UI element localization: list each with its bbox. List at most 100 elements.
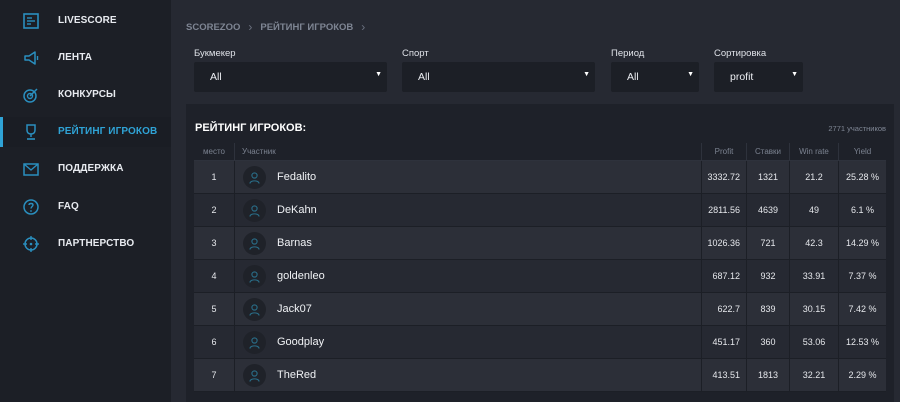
winrate-cell: 33.91 [789,260,838,292]
player-name-link[interactable]: Jack07 [277,303,312,315]
help-icon [22,198,40,216]
column-header-bets[interactable]: Ставки [746,143,789,160]
ranking-table: место Участник Profit Ставки Win rate Yi… [194,143,886,392]
sidebar: LIVESCORE ЛЕНТА КОНКУРСЫ РЕЙТИНГ ИГРОКОВ… [0,0,171,402]
breadcrumb-home[interactable]: SCOREZOO [186,22,240,33]
place-cell: 3 [211,238,217,248]
sidebar-item-label: FAQ [58,201,79,212]
sidebar-item-contests[interactable]: КОНКУРСЫ [0,80,171,110]
sport-filter-label: Спорт [402,48,429,59]
bets-cell: 932 [746,260,789,292]
column-header-place[interactable]: место [194,143,234,160]
player-name-link[interactable]: Barnas [277,237,312,249]
yield-cell: 7.42 % [838,293,886,325]
avatar-icon[interactable] [243,298,266,321]
place-cell: 5 [211,304,217,314]
profit-cell: 413.51 [701,359,746,391]
sort-select-value: profit [730,71,754,83]
yield-cell: 6.1 % [838,194,886,226]
column-header-winrate[interactable]: Win rate [789,143,838,160]
megaphone-icon [22,49,40,67]
avatar-icon[interactable] [243,331,266,354]
main-content: SCOREZOO › РЕЙТИНГ ИГРОКОВ › Букмекер Al… [171,0,900,402]
player-cell: Barnas [234,227,701,259]
player-name-link[interactable]: Goodplay [277,336,324,348]
bookmaker-select[interactable]: All ▼ [194,62,387,92]
table-row[interactable]: 4 goldenleo 687.12 932 33.91 7.37 % [194,260,886,293]
sidebar-item-label: LIVESCORE [58,15,117,26]
table-row[interactable]: 3 Barnas 1026.36 721 42.3 14.29 % [194,227,886,260]
place-cell: 4 [211,271,217,281]
yield-cell: 25.28 % [838,161,886,193]
chevron-down-icon: ▼ [791,71,798,78]
sidebar-item-label: ПОДДЕРЖКА [58,163,124,174]
sidebar-item-player-rating[interactable]: РЕЙТИНГ ИГРОКОВ [0,117,171,147]
column-header-name[interactable]: Участник [234,143,701,160]
player-cell: Goodplay [234,326,701,358]
bets-cell: 839 [746,293,789,325]
profit-cell: 687.12 [701,260,746,292]
player-name-link[interactable]: goldenleo [277,270,325,282]
table-row[interactable]: 6 Goodplay 451.17 360 53.06 12.53 % [194,326,886,359]
player-cell: TheRed [234,359,701,391]
winrate-cell: 49 [789,194,838,226]
chevron-down-icon: ▼ [375,71,382,78]
player-name-link[interactable]: Fedalito [277,171,316,183]
column-header-profit[interactable]: Profit [701,143,746,160]
player-cell: Fedalito [234,161,701,193]
sort-select[interactable]: profit ▼ [714,62,803,92]
profit-cell: 451.17 [701,326,746,358]
bets-cell: 1321 [746,161,789,193]
bets-cell: 721 [746,227,789,259]
table-row[interactable]: 7 TheRed 413.51 1813 32.21 2.29 % [194,359,886,392]
table-row[interactable]: 1 Fedalito 3332.72 1321 21.2 25.28 % [194,161,886,194]
winrate-cell: 21.2 [789,161,838,193]
sidebar-item-partnership[interactable]: ПАРТНЕРСТВО [0,229,171,259]
period-filter-label: Период [611,48,645,59]
sort-filter-label: Сортировка [714,48,767,59]
avatar-icon[interactable] [243,232,266,255]
sidebar-item-label: КОНКУРСЫ [58,89,116,100]
column-header-yield[interactable]: Yield [838,143,886,160]
sidebar-item-feed[interactable]: ЛЕНТА [0,43,171,73]
period-select-value: All [627,71,639,83]
winrate-cell: 30.15 [789,293,838,325]
participants-count: 2771 участников [828,124,886,133]
place-cell: 1 [211,172,217,182]
breadcrumb: SCOREZOO › РЕЙТИНГ ИГРОКОВ › [186,20,373,34]
bets-cell: 1813 [746,359,789,391]
avatar-icon[interactable] [243,199,266,222]
player-cell: Jack07 [234,293,701,325]
player-name-link[interactable]: DeKahn [277,204,317,216]
avatar-icon[interactable] [243,166,266,189]
table-row[interactable]: 5 Jack07 622.7 839 30.15 7.42 % [194,293,886,326]
player-name-link[interactable]: TheRed [277,369,316,381]
bets-cell: 4639 [746,194,789,226]
winrate-cell: 42.3 [789,227,838,259]
mail-icon [22,160,40,178]
sidebar-item-livescore[interactable]: LIVESCORE [0,6,171,36]
place-cell: 6 [211,337,217,347]
trophy-icon [22,123,40,141]
yield-cell: 12.53 % [838,326,886,358]
ranking-panel: РЕЙТИНГ ИГРОКОВ: 2771 участников место У… [186,104,894,402]
sidebar-item-label: РЕЙТИНГ ИГРОКОВ [58,126,158,137]
period-select[interactable]: All ▼ [611,62,699,92]
profit-cell: 2811.56 [701,194,746,226]
player-cell: goldenleo [234,260,701,292]
sport-select[interactable]: All ▼ [402,62,595,92]
sidebar-item-faq[interactable]: FAQ [0,192,171,222]
avatar-icon[interactable] [243,265,266,288]
table-header: место Участник Profit Ставки Win rate Yi… [194,143,886,161]
profit-cell: 3332.72 [701,161,746,193]
crosshair-icon [22,235,40,253]
scoreboard-icon [22,12,40,30]
avatar-icon[interactable] [243,364,266,387]
winrate-cell: 53.06 [789,326,838,358]
sidebar-item-support[interactable]: ПОДДЕРЖКА [0,154,171,184]
table-row[interactable]: 2 DeKahn 2811.56 4639 49 6.1 % [194,194,886,227]
ranking-title: РЕЙТИНГ ИГРОКОВ: [195,122,307,134]
chevron-down-icon: ▼ [583,71,590,78]
player-cell: DeKahn [234,194,701,226]
bets-cell: 360 [746,326,789,358]
